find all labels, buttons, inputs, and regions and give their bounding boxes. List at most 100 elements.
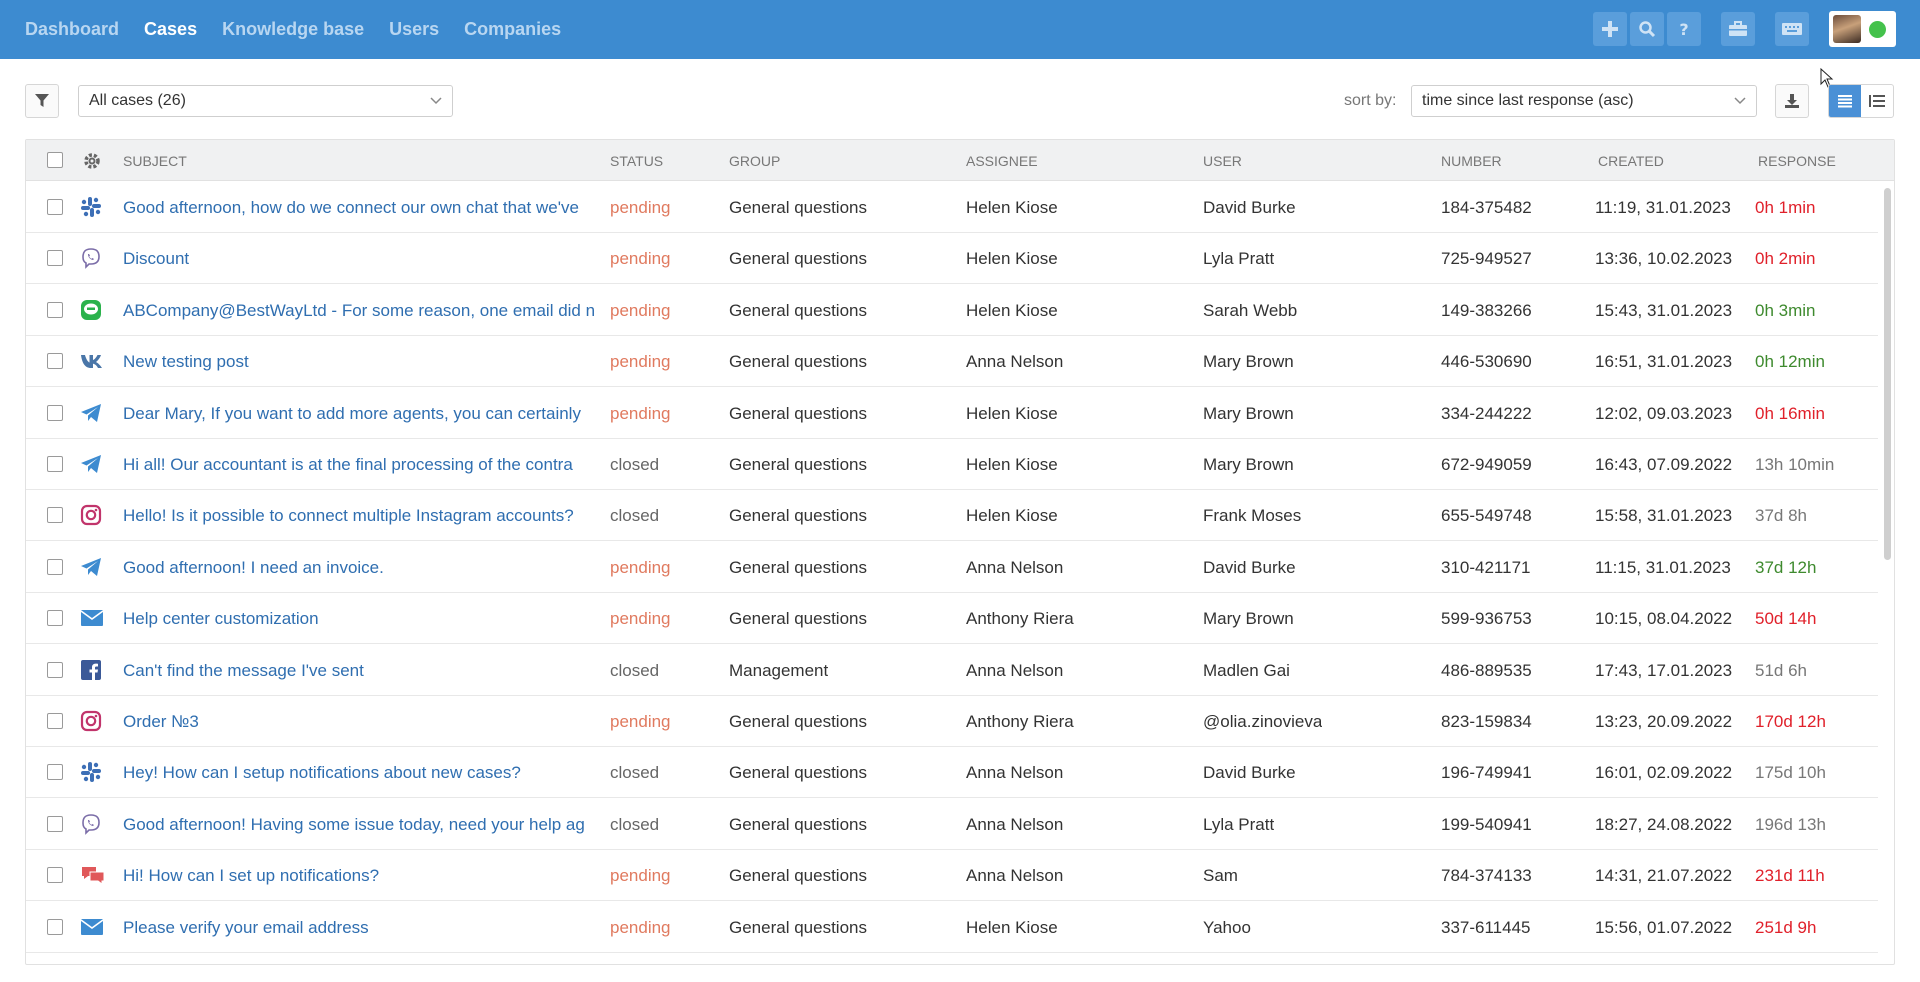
case-number: 672-949059 bbox=[1441, 455, 1532, 474]
case-subject-link[interactable]: Hey! How can I setup notifications about… bbox=[123, 763, 617, 783]
row-checkbox[interactable] bbox=[47, 301, 63, 318]
row-checkbox[interactable] bbox=[47, 507, 63, 524]
scrollbar[interactable] bbox=[1884, 188, 1891, 560]
user-menu[interactable] bbox=[1829, 11, 1896, 47]
case-created: 11:15, 31.01.2023 bbox=[1595, 557, 1731, 577]
email-icon bbox=[80, 916, 104, 938]
briefcase-button[interactable] bbox=[1721, 12, 1755, 46]
row-checkbox[interactable] bbox=[47, 918, 63, 935]
column-header-status[interactable]: STATUS bbox=[610, 153, 663, 169]
table-row[interactable]: Dear Mary, If you want to add more agent… bbox=[26, 388, 1878, 439]
search-button[interactable] bbox=[1630, 12, 1664, 46]
row-checkbox[interactable] bbox=[47, 353, 63, 370]
table-row[interactable]: Hello! Is it possible to connect multipl… bbox=[26, 490, 1878, 542]
case-subject-link[interactable]: Can't find the message I've sent bbox=[123, 661, 617, 681]
column-header-subject[interactable]: SUBJECT bbox=[123, 153, 187, 169]
column-header-assignee[interactable]: ASSIGNEE bbox=[966, 153, 1038, 169]
row-checkbox[interactable] bbox=[47, 661, 63, 678]
cases-table: SUBJECT STATUS GROUP ASSIGNEE USER NUMBE… bbox=[25, 139, 1895, 965]
case-status: pending bbox=[610, 917, 671, 937]
row-checkbox[interactable] bbox=[47, 815, 63, 832]
compact-view-button[interactable] bbox=[1861, 85, 1893, 117]
row-checkbox[interactable] bbox=[47, 558, 63, 575]
case-subject-link[interactable]: Dear Mary, If you want to add more agent… bbox=[123, 404, 617, 424]
column-header-created[interactable]: CREATED bbox=[1598, 153, 1664, 169]
case-user: Mary Brown bbox=[1203, 609, 1294, 629]
table-row[interactable]: Hi! How can I set up notifications? pendi… bbox=[26, 850, 1878, 902]
row-checkbox[interactable] bbox=[47, 250, 63, 267]
case-status: pending bbox=[610, 352, 671, 372]
email-icon bbox=[80, 607, 104, 629]
case-filter-select[interactable]: All cases (26) bbox=[78, 85, 453, 117]
case-subject-link[interactable]: Order №3 bbox=[123, 712, 617, 732]
help-button[interactable]: ? bbox=[1667, 12, 1701, 46]
case-created: 10:15, 08.04.2022 bbox=[1595, 609, 1733, 629]
case-subject-link[interactable]: Help center customization bbox=[123, 609, 617, 629]
case-assignee: Anna Nelson bbox=[966, 866, 1064, 886]
case-subject-link[interactable]: Good afternoon! Having some issue today,… bbox=[123, 815, 617, 835]
row-checkbox[interactable] bbox=[47, 713, 63, 729]
list-view-button[interactable] bbox=[1829, 85, 1861, 117]
case-status: pending bbox=[610, 712, 671, 731]
table-row[interactable]: Good afternoon! Having some issue today,… bbox=[26, 799, 1878, 850]
nav-knowledge-base[interactable]: Knowledge base bbox=[222, 19, 364, 40]
line-icon bbox=[80, 299, 102, 321]
sort-select[interactable]: time since last response (asc) bbox=[1411, 85, 1757, 117]
row-checkbox[interactable] bbox=[47, 456, 63, 472]
svg-text:?: ? bbox=[1679, 20, 1688, 38]
case-filter-value: All cases (26) bbox=[89, 92, 186, 109]
column-header-response[interactable]: RESPONSE bbox=[1758, 153, 1836, 169]
row-checkbox[interactable] bbox=[47, 199, 63, 215]
case-created: 15:56, 01.07.2022 bbox=[1595, 917, 1733, 937]
case-subject-link[interactable]: Good afternoon! I need an invoice. bbox=[123, 558, 617, 578]
case-user: David Burke bbox=[1203, 557, 1296, 577]
nav-companies[interactable]: Companies bbox=[464, 19, 561, 40]
table-row[interactable]: Order №3 pending General questions Anthony … bbox=[26, 696, 1878, 747]
row-checkbox[interactable] bbox=[47, 610, 63, 627]
case-status: pending bbox=[610, 866, 671, 886]
case-subject-link[interactable]: Hi! How can I set up notifications? bbox=[123, 866, 617, 886]
table-row[interactable]: New testing post pending General questions… bbox=[26, 336, 1878, 388]
table-row[interactable]: Good afternoon! I need an invoice. pendin… bbox=[26, 542, 1878, 593]
column-header-user[interactable]: USER bbox=[1203, 153, 1242, 169]
column-header-number[interactable]: NUMBER bbox=[1441, 153, 1502, 169]
filter-button[interactable] bbox=[25, 84, 59, 118]
case-subject-link[interactable]: Hi all! Our accountant is at the final p… bbox=[123, 455, 617, 475]
case-subject-link[interactable]: Good afternoon, how do we connect our ow… bbox=[123, 198, 617, 218]
download-button[interactable] bbox=[1775, 84, 1809, 118]
nav-cases[interactable]: Cases bbox=[144, 19, 197, 40]
case-number: 655-549748 bbox=[1441, 506, 1532, 526]
select-all-checkbox[interactable] bbox=[47, 152, 63, 168]
table-row[interactable]: Discount pending General questions Helen Ki… bbox=[26, 233, 1878, 285]
table-row[interactable]: Please verify your email address pending G… bbox=[26, 902, 1878, 953]
case-status: pending bbox=[610, 198, 671, 217]
case-response-time: 0h 2min bbox=[1755, 249, 1816, 269]
add-button[interactable] bbox=[1593, 12, 1627, 46]
table-row[interactable]: Can't find the message I've sent closed Ma… bbox=[26, 645, 1878, 696]
case-assignee: Helen Kiose bbox=[966, 249, 1058, 269]
gear-icon[interactable] bbox=[83, 152, 101, 170]
case-subject-link[interactable]: Hello! Is it possible to connect multipl… bbox=[123, 506, 617, 526]
case-group: General questions bbox=[729, 917, 867, 937]
facebook-icon bbox=[80, 659, 102, 681]
case-subject-link[interactable]: New testing post bbox=[123, 352, 617, 372]
telegram-icon bbox=[80, 556, 102, 578]
row-checkbox[interactable] bbox=[47, 404, 63, 421]
case-response-time: 175d 10h bbox=[1755, 763, 1826, 783]
row-checkbox[interactable] bbox=[47, 764, 63, 781]
case-assignee: Anna Nelson bbox=[966, 557, 1064, 577]
row-checkbox[interactable] bbox=[47, 867, 63, 884]
column-header-group[interactable]: GROUP bbox=[729, 153, 780, 169]
table-row[interactable]: ABCompany@BestWayLtd - For some reason, … bbox=[26, 285, 1878, 336]
table-row[interactable]: Hey! How can I setup notifications about… bbox=[26, 747, 1878, 799]
table-row[interactable]: Hi all! Our accountant is at the final p… bbox=[26, 439, 1878, 490]
table-row[interactable]: Help center customization pending General … bbox=[26, 593, 1878, 645]
case-subject-link[interactable]: Discount bbox=[123, 249, 617, 269]
case-subject-link[interactable]: ABCompany@BestWayLtd - For some reason, … bbox=[123, 301, 617, 321]
nav-users[interactable]: Users bbox=[389, 19, 439, 40]
table-row[interactable]: Good afternoon, how do we connect our ow… bbox=[26, 182, 1878, 233]
case-user: Lyla Pratt bbox=[1203, 814, 1275, 834]
keyboard-button[interactable] bbox=[1775, 12, 1809, 46]
case-subject-link[interactable]: Please verify your email address bbox=[123, 918, 617, 938]
nav-dashboard[interactable]: Dashboard bbox=[25, 19, 119, 40]
